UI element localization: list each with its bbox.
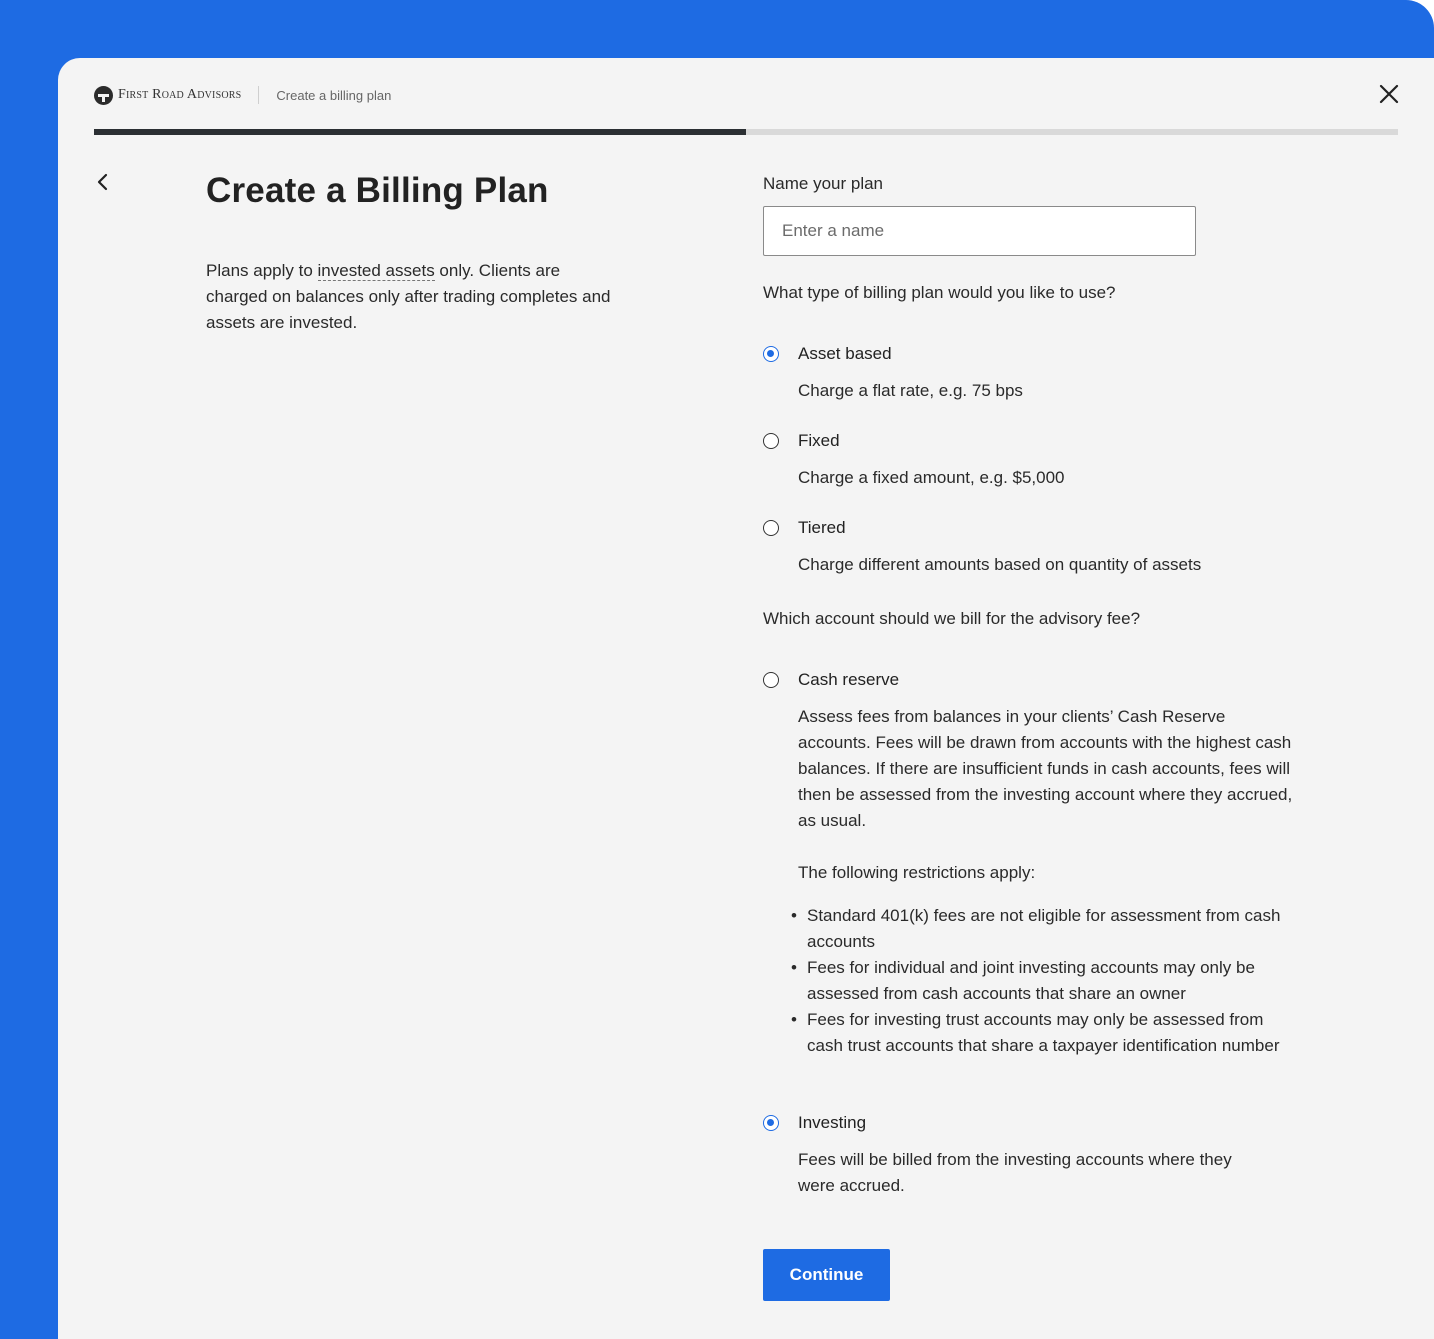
plan-type-option-tiered[interactable]: Tiered Charge different amounts based on… [763, 517, 1323, 578]
logo-icon [94, 85, 113, 105]
list-item: Fees for investing trust accounts may on… [791, 1007, 1287, 1059]
close-icon [1379, 84, 1399, 104]
name-field-label-wrap: Name your plan [763, 174, 1303, 194]
option-label: Investing [798, 1113, 867, 1132]
modal-panel: First Road Advisors Create a billing pla… [58, 58, 1434, 1339]
option-label: Cash reserve [798, 670, 900, 689]
radio-asset-based[interactable] [763, 346, 779, 362]
account-question: Which account should we bill for the adv… [763, 609, 1141, 628]
name-field-label: Name your plan [763, 174, 884, 193]
breadcrumb: Create a billing plan [276, 87, 392, 103]
progress-bar [94, 129, 1398, 135]
plan-type-option-fixed[interactable]: Fixed Charge a fixed amount, e.g. $5,000 [763, 430, 1323, 491]
plan-name-input[interactable] [763, 206, 1196, 256]
page-title: Create a Billing Plan [206, 171, 549, 210]
chevron-left-icon [97, 173, 108, 191]
radio-cash-reserve[interactable] [763, 672, 779, 688]
list-item: Standard 401(k) fees are not eligible fo… [791, 903, 1287, 955]
header-bar: First Road Advisors Create a billing pla… [94, 84, 391, 106]
account-option-investing[interactable]: Investing Fees will be billed from the i… [763, 1112, 1323, 1199]
header-divider [258, 86, 260, 104]
option-label: Tiered [798, 518, 846, 537]
option-label: Asset based [798, 344, 892, 363]
restrictions-list: Standard 401(k) fees are not eligible fo… [763, 903, 1287, 1059]
radio-tiered[interactable] [763, 520, 779, 536]
brand-name: First Road Advisors [118, 87, 242, 102]
close-button[interactable] [1378, 83, 1400, 105]
restrictions-title: The following restrictions apply: [798, 863, 1036, 882]
plan-type-option-asset-based[interactable]: Asset based Charge a flat rate, e.g. 75 … [763, 343, 1323, 404]
option-description: Charge a fixed amount, e.g. $5,000 [798, 468, 1065, 487]
option-label: Fixed [798, 431, 840, 450]
account-option-cash-reserve[interactable]: Cash reserve Assess fees from balances i… [763, 669, 1323, 1059]
invested-assets-link[interactable]: invested assets [317, 261, 435, 281]
option-description: Charge a flat rate, e.g. 75 bps [798, 381, 1023, 400]
option-description: Charge different amounts based on quanti… [798, 555, 1202, 574]
intro-text-start: Plans apply to [206, 261, 318, 280]
continue-button[interactable]: Continue [763, 1249, 890, 1301]
option-description: Fees will be billed from the investing a… [798, 1150, 1232, 1195]
intro-text: Plans apply to invested assets only. Cli… [206, 258, 616, 336]
plan-type-question: What type of billing plan would you like… [763, 283, 1116, 302]
back-button[interactable] [94, 171, 112, 193]
option-description: Assess fees from balances in your client… [798, 707, 1293, 830]
radio-fixed[interactable] [763, 433, 779, 449]
radio-investing[interactable] [763, 1115, 779, 1131]
progress-fill [94, 129, 746, 135]
list-item: Fees for individual and joint investing … [791, 955, 1287, 1007]
